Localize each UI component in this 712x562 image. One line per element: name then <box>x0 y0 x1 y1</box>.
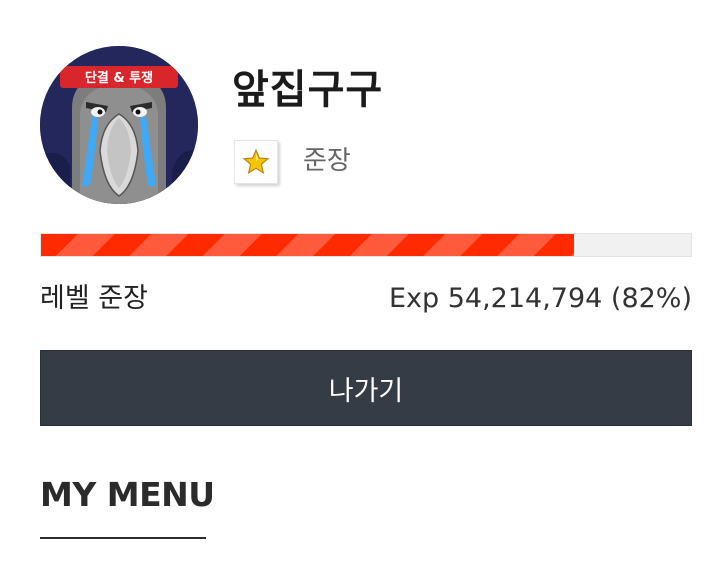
exp-progress-bar <box>40 233 692 257</box>
exp-progress-fill <box>41 234 574 256</box>
exp-value: Exp 54,214,794 (82%) <box>388 283 692 314</box>
nickname: 앞집구구 <box>232 67 384 113</box>
avatar-banner-text: 단결 & 투쟁 <box>85 70 153 86</box>
avatar[interactable]: 단결 & 투쟁 <box>40 46 198 204</box>
grade-badge <box>234 140 278 184</box>
level-label: 레벨 준장 <box>40 283 148 314</box>
exit-button[interactable]: 나가기 <box>40 350 692 426</box>
profile-panel: 단결 & 투쟁 앞집구구 준장 레벨 준장 Exp 54,214,794 (82… <box>0 0 712 562</box>
grade-name: 준장 <box>303 146 351 176</box>
my-menu-heading: MY MENU <box>40 475 215 514</box>
menu-heading-underline <box>40 537 206 539</box>
avatar-image: 단결 & 투쟁 <box>40 46 198 204</box>
star-icon <box>242 148 270 174</box>
